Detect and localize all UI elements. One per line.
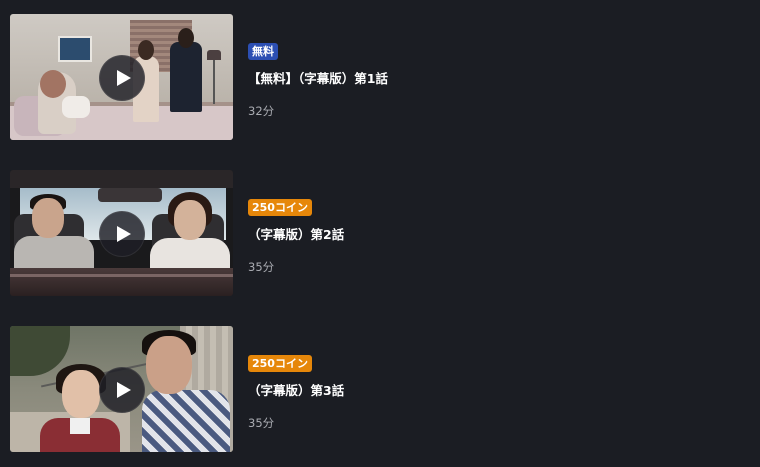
- play-icon: [116, 382, 131, 398]
- episode-list: 無料 【無料】（字幕版）第1話 32分 250コイン （字幕版）第2話 35分 …: [0, 0, 760, 467]
- episode-info: 無料 【無料】（字幕版）第1話 32分: [248, 40, 728, 118]
- play-icon: [116, 70, 131, 86]
- episode-thumbnail[interactable]: [10, 14, 233, 140]
- episode-info: 250コイン （字幕版）第3話 35分: [248, 352, 728, 430]
- episode-thumbnail[interactable]: [10, 326, 233, 452]
- episode-title[interactable]: （字幕版）第3話: [248, 383, 728, 399]
- episode-item[interactable]: 250コイン （字幕版）第3話 35分: [10, 326, 750, 452]
- episode-duration: 32分: [248, 104, 275, 118]
- price-badge: 250コイン: [248, 355, 312, 372]
- episode-duration: 35分: [248, 416, 275, 430]
- episode-info: 250コイン （字幕版）第2話 35分: [248, 196, 728, 274]
- price-badge: 無料: [248, 43, 278, 60]
- episode-item[interactable]: 250コイン （字幕版）第2話 35分: [10, 170, 750, 296]
- play-icon: [116, 226, 131, 242]
- play-button[interactable]: [99, 367, 145, 413]
- play-button[interactable]: [99, 211, 145, 257]
- episode-title[interactable]: 【無料】（字幕版）第1話: [248, 71, 728, 87]
- episode-item[interactable]: 無料 【無料】（字幕版）第1話 32分: [10, 14, 750, 140]
- episode-title[interactable]: （字幕版）第2話: [248, 227, 728, 243]
- price-badge: 250コイン: [248, 199, 312, 216]
- episode-duration: 35分: [248, 260, 275, 274]
- episode-thumbnail[interactable]: [10, 170, 233, 296]
- play-button[interactable]: [99, 55, 145, 101]
